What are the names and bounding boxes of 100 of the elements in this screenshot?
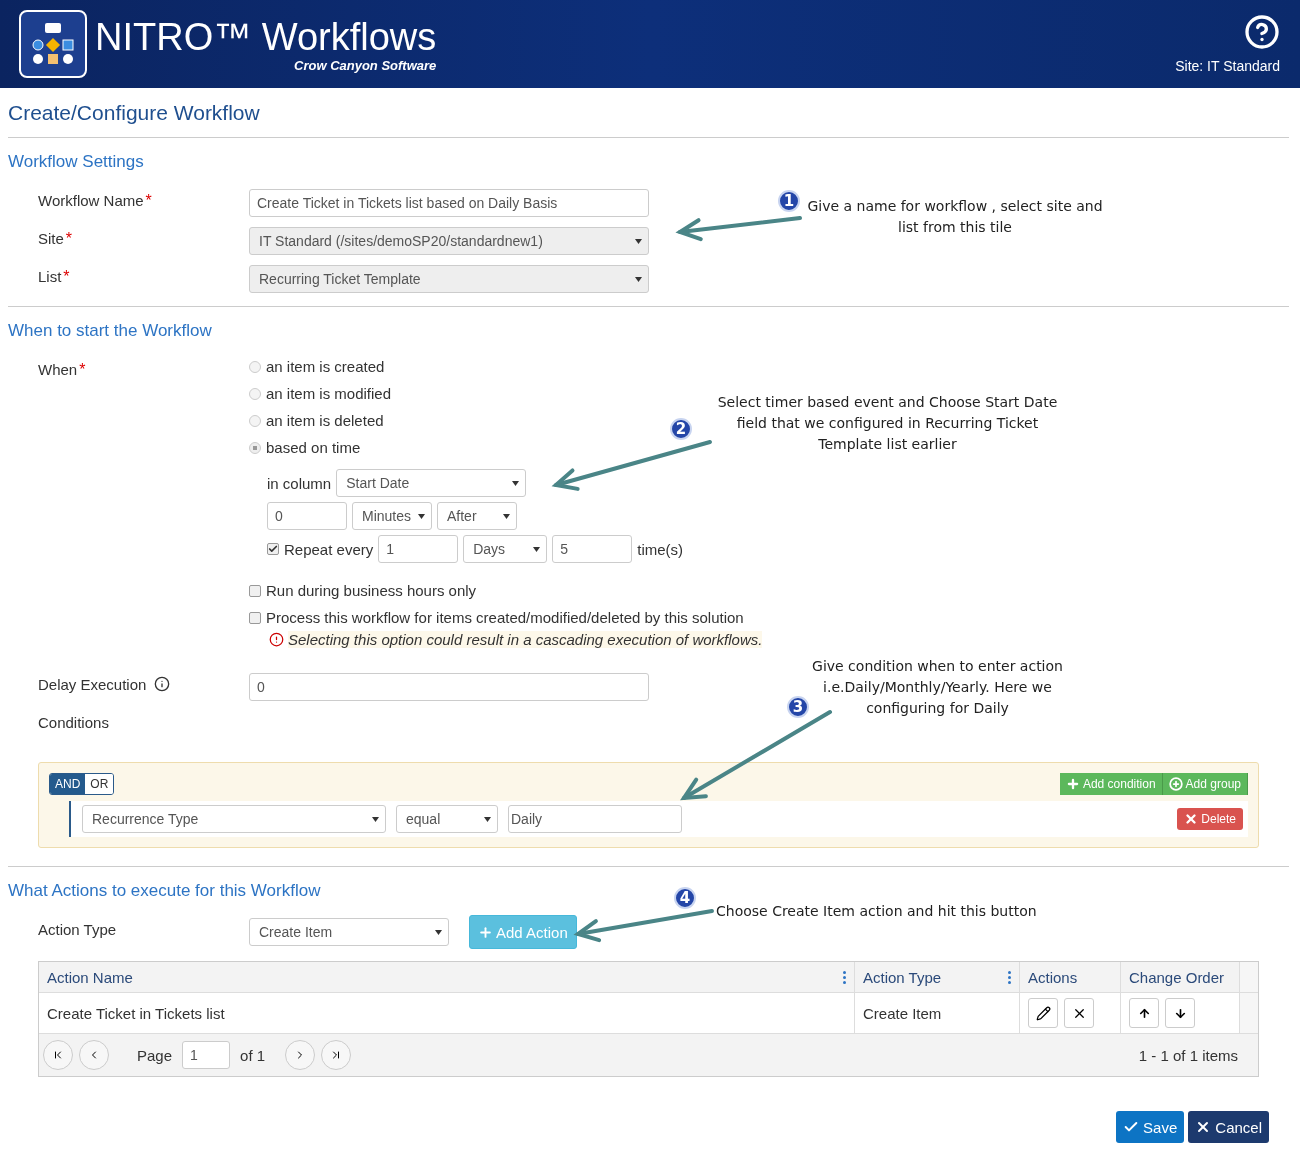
radio-button[interactable] xyxy=(249,414,261,427)
field-label: Action Type xyxy=(38,920,118,938)
operator-toggle[interactable]: AND xyxy=(50,774,86,794)
field-label: Conditions xyxy=(38,713,110,731)
repeat-field[interactable]: 1 xyxy=(378,535,459,563)
caret-icon xyxy=(635,276,642,282)
plus-icon xyxy=(478,924,493,940)
previous-page-button[interactable] xyxy=(79,1040,109,1070)
required-mark: * xyxy=(145,192,152,210)
arrow-up-icon xyxy=(1137,1006,1151,1020)
radio-button[interactable] xyxy=(249,441,261,454)
step-number: 1 xyxy=(778,190,800,212)
condition-value-field[interactable]: Daily xyxy=(508,805,682,833)
caret-icon xyxy=(418,513,425,519)
column-header[interactable]: Action Name xyxy=(39,962,855,992)
caret-icon xyxy=(372,816,379,822)
table-cell: Create Item xyxy=(855,993,1020,1033)
step-number: 3 xyxy=(787,696,809,718)
checkbox[interactable] xyxy=(267,543,279,555)
checkbox-label: Process this workflow for items created/modified/deleted by this solution xyxy=(266,609,744,626)
field-label: Delay Execution xyxy=(38,676,147,693)
scrollbar[interactable] xyxy=(1240,993,1258,1033)
caret-icon xyxy=(435,929,442,935)
section-heading: What Actions to execute for this Workflow xyxy=(8,881,321,901)
save-button[interactable]: Save xyxy=(1116,1111,1185,1143)
plus-icon xyxy=(1065,777,1080,791)
radio-label: an item is modified xyxy=(266,385,392,402)
callout-text: Select timer based event and Choose Start Date field that we configured in Recurring Ticket Template list earlier xyxy=(716,393,1059,454)
caret-icon xyxy=(512,480,520,486)
app-title: NITRO™ Workflows xyxy=(95,15,437,58)
required-mark: * xyxy=(63,268,70,286)
operator-toggle[interactable]: OR xyxy=(85,774,114,794)
edit-button[interactable] xyxy=(1028,998,1058,1028)
callout-text: Choose Create Item action and hit this button xyxy=(716,902,1037,921)
brand-name: Crow Canyon Software xyxy=(294,57,437,73)
remove-button[interactable] xyxy=(1064,998,1094,1028)
items-summary: 1 - 1 of 1 items xyxy=(1138,1046,1238,1064)
dropdown[interactable]: After xyxy=(437,502,517,530)
dropdown[interactable]: Create Item xyxy=(249,918,449,946)
move-up-button[interactable] xyxy=(1129,998,1159,1028)
page-field[interactable]: 1 xyxy=(182,1041,231,1069)
field-label: in column xyxy=(267,474,332,492)
workflow-logo-icon xyxy=(19,10,87,78)
field-label: time(s) xyxy=(637,540,684,558)
column-header[interactable]: Actions xyxy=(1020,962,1121,992)
page-count: of 1 xyxy=(240,1046,266,1064)
last-page-button[interactable] xyxy=(321,1040,352,1070)
callout-text: Give a name for workflow , select site and list from this tile xyxy=(806,197,1104,237)
checkbox[interactable] xyxy=(249,584,261,597)
radio-label: an item is deleted xyxy=(266,412,384,429)
caret-icon xyxy=(533,546,541,552)
pencil-icon xyxy=(1035,1005,1051,1021)
arrow-down-icon xyxy=(1173,1006,1187,1020)
count-field[interactable]: 5 xyxy=(552,535,633,563)
field-label: Workflow Name xyxy=(38,192,144,209)
table-cell: Create Ticket in Tickets list xyxy=(39,993,855,1033)
cancel-button[interactable]: Cancel xyxy=(1188,1111,1269,1143)
dropdown[interactable]: Days xyxy=(463,535,548,563)
section-heading: Workflow Settings xyxy=(8,152,144,172)
radio-label: an item is created xyxy=(266,358,385,375)
checkbox-label: Repeat every xyxy=(284,540,374,558)
section-heading: When to start the Workflow xyxy=(8,321,212,341)
column-menu-icon[interactable] xyxy=(1008,970,1011,984)
move-down-button[interactable] xyxy=(1165,998,1195,1028)
dropdown[interactable]: Recurrence Type xyxy=(82,805,386,833)
dropdown[interactable]: Start Date xyxy=(336,469,527,497)
dropdown[interactable]: equal xyxy=(396,805,498,833)
radio-button[interactable] xyxy=(249,387,261,400)
dropdown[interactable]: Minutes xyxy=(352,502,432,530)
checkbox-label: Run during business hours only xyxy=(266,582,477,599)
radio-label: based on time xyxy=(266,439,361,456)
first-page-button[interactable] xyxy=(43,1040,73,1070)
caret-icon xyxy=(635,238,642,244)
column-menu-icon[interactable] xyxy=(843,970,846,984)
info-icon[interactable] xyxy=(154,676,171,692)
delete-button[interactable]: Delete xyxy=(1177,808,1243,830)
dropdown[interactable]: Recurring Ticket Template xyxy=(249,265,649,293)
field-label: When xyxy=(38,361,78,378)
callout-text: Give condition when to enter action i.e.Daily/Monthly/Yearly. Here we configuring for Daily xyxy=(811,657,1064,718)
first-icon xyxy=(52,1049,64,1061)
help-icon[interactable] xyxy=(1244,14,1280,50)
caret-icon xyxy=(503,513,510,519)
caret-icon xyxy=(484,816,491,822)
page-title: Create/Configure Workflow xyxy=(8,88,1289,138)
radio-button[interactable] xyxy=(249,360,261,373)
next-page-button[interactable] xyxy=(285,1040,316,1070)
offset-field[interactable]: 0 xyxy=(267,502,347,530)
required-mark: * xyxy=(65,230,73,248)
page-label: Page xyxy=(137,1046,173,1064)
delay-field[interactable]: 0 xyxy=(249,673,649,701)
site-name: Site: IT Standard xyxy=(1175,58,1280,74)
step-number: 4 xyxy=(674,887,696,909)
required-mark: * xyxy=(79,361,86,379)
check-icon xyxy=(268,544,278,554)
plus-circle-icon xyxy=(1168,777,1183,791)
workflow-name-field[interactable]: Create Ticket in Tickets list based on Daily Basis xyxy=(249,189,649,217)
dropdown[interactable]: IT Standard (/sites/demoSP20/standardnew1) xyxy=(249,227,649,255)
step-number: 2 xyxy=(670,418,692,440)
checkbox[interactable] xyxy=(249,611,261,624)
column-header[interactable]: Action Type xyxy=(855,962,1020,992)
